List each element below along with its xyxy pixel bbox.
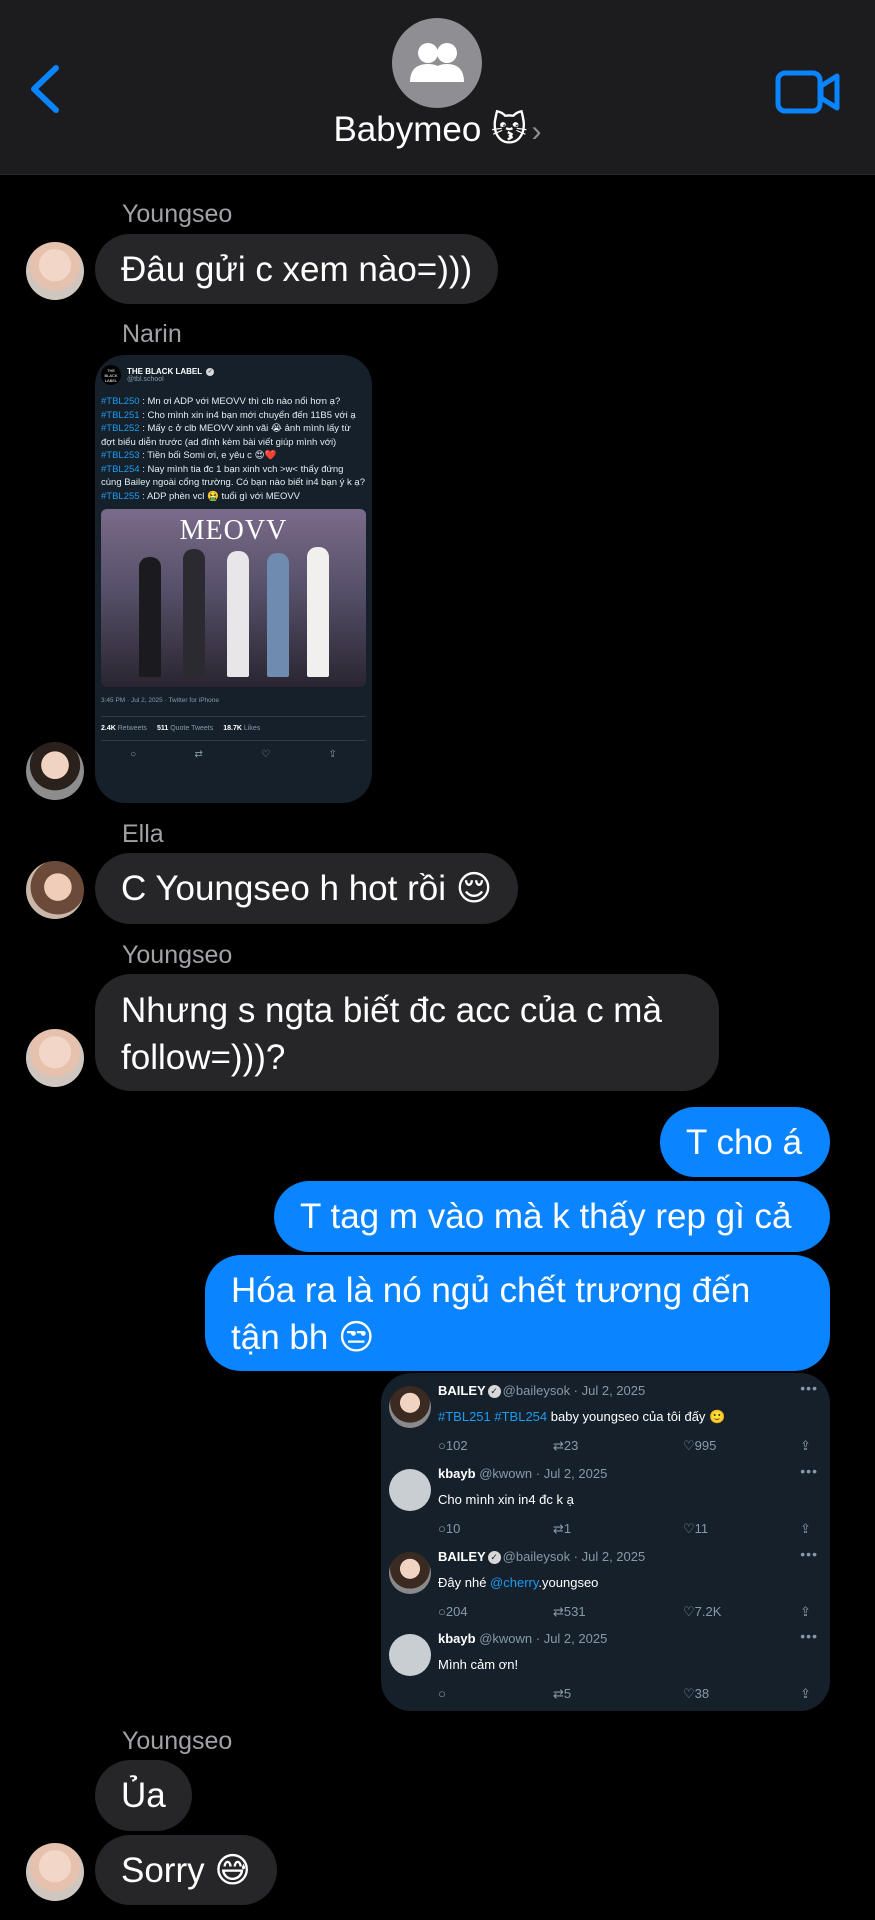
like-icon: ♡ 11 xyxy=(683,1521,709,1536)
tweet-text: Mình cảm ơn! xyxy=(438,1657,519,1672)
avatar-youngseo[interactable] xyxy=(26,1029,84,1087)
reply-icon: ○ 204 xyxy=(438,1604,468,1619)
default-avatar-icon xyxy=(389,1469,431,1511)
tweet-author-line: BAILEY ✓ @baileysok · Jul 2, 2025 xyxy=(438,1549,646,1565)
tweet-line: #TBL253 : Tiền bối Somi ơi, e yêu c 😍❤️ xyxy=(101,450,277,461)
tweet-text: Cho mình xin in4 đc k ạ xyxy=(438,1492,574,1507)
default-avatar-icon xyxy=(389,1634,431,1676)
share-icon: ⇪ xyxy=(800,1686,811,1701)
tbl-logo: THE BLACK LABEL xyxy=(101,365,121,385)
tweet-line: #TBL255 : ADP phèn vcl 🤮 tuổi gì với MEO… xyxy=(101,490,301,502)
tweet-author: THE BLACK LABEL ✓ xyxy=(127,367,215,376)
message-bubble-outgoing[interactable]: Hóa ra là nó ngủ chết trương đến tận bh … xyxy=(205,1255,830,1371)
share-icon: ⇪ xyxy=(800,1521,811,1536)
tweet-author-line: kbayb @kwown · Jul 2, 2025 xyxy=(438,1631,608,1646)
photo-figure xyxy=(139,557,161,677)
chat-header: Babymeo 😽 › xyxy=(0,0,875,175)
tweet-photo: MEOVV xyxy=(101,509,366,687)
photo-figure xyxy=(183,549,205,677)
sender-name: Youngseo xyxy=(122,1727,233,1755)
thread-tweet: kbayb @kwown · Jul 2, 2025 ••• Cho mình … xyxy=(381,1461,830,1543)
tweet-line: #TBL250 : Mn ơi ADP với MEOVV thì clb nà… xyxy=(101,396,341,407)
photo-figure xyxy=(267,553,289,677)
more-icon: ••• xyxy=(800,1628,818,1644)
photo-figure xyxy=(307,547,329,677)
sender-name: Youngseo xyxy=(122,200,233,228)
verified-icon: ✓ xyxy=(487,1385,501,1399)
like-icon: ♡ xyxy=(261,749,271,760)
share-icon: ⇪ xyxy=(800,1604,811,1619)
shared-thread-image[interactable]: BAILEY ✓ @baileysok · Jul 2, 2025 ••• #TBL… xyxy=(381,1373,830,1711)
more-icon: ••• xyxy=(800,1546,818,1562)
retweet-icon: ⇄ xyxy=(194,749,203,760)
tweet-actions: ○ ⇄ ♡ ⇪ xyxy=(101,741,366,760)
message-bubble[interactable]: C Youngseo h hot rồi 😌 xyxy=(95,853,519,924)
tweet-line: #TBL252 : Mấy c ở clb MEOVV xinh vãi 😭 ả… xyxy=(101,423,351,448)
tweet-text: Đây nhé @cherry.youngseo xyxy=(438,1575,599,1590)
avatar-youngseo[interactable] xyxy=(26,242,84,300)
reply-icon: ○ 102 xyxy=(438,1438,468,1453)
photo-title: MEOVV xyxy=(179,515,288,546)
tweet-line: #TBL254 : Nay mình tia đc 1 bạn xinh vch… xyxy=(101,463,365,489)
like-icon: ♡ 7.2K xyxy=(683,1604,722,1619)
shared-tweet-image[interactable]: THE BLACK LABEL THE BLACK LABEL ✓ @tbl.s… xyxy=(95,355,372,803)
tweet-body: #TBL250 : Mn ơi ADP với MEOVV thì clb nà… xyxy=(101,395,366,503)
avatar-narin[interactable] xyxy=(26,742,84,800)
verified-icon: ✓ xyxy=(206,367,215,376)
group-avatar[interactable] xyxy=(392,18,482,108)
avatar xyxy=(389,1386,431,1428)
tweet-meta: 3:45 PM · Jul 2, 2025 · Twitter for iPho… xyxy=(101,697,220,704)
group-name: Babymeo 😽 xyxy=(333,110,528,149)
like-icon: ♡ 995 xyxy=(683,1438,717,1453)
chevron-right-icon: › xyxy=(531,115,542,148)
avatar xyxy=(389,1552,431,1594)
group-people-icon xyxy=(410,43,464,82)
sender-name: Narin xyxy=(122,320,182,348)
avatar-youngseo[interactable] xyxy=(26,1843,84,1901)
photo-figure xyxy=(227,551,249,677)
more-icon: ••• xyxy=(800,1380,818,1396)
sender-name: Ella xyxy=(122,820,164,848)
more-icon: ••• xyxy=(800,1463,818,1479)
tweet-author-line: kbayb @kwown · Jul 2, 2025 xyxy=(438,1466,608,1481)
retweet-icon: ⇄ 531 xyxy=(553,1604,586,1619)
message-bubble-outgoing[interactable]: T cho á xyxy=(660,1107,830,1177)
tweet-stats: 2.4K Retweets 511 Quote Tweets 18.7K Lik… xyxy=(101,716,366,741)
message-bubble-outgoing[interactable]: T tag m vào mà k thấy rep gì cả xyxy=(274,1181,830,1252)
avatar-ella[interactable] xyxy=(26,861,84,919)
thread-tweet: BAILEY ✓ @baileysok · Jul 2, 2025 ••• #TBL… xyxy=(381,1378,830,1460)
retweet-icon: ⇄ 5 xyxy=(553,1686,572,1701)
tweet-text: #TBL251 #TBL254 baby youngseo của tôi đấ… xyxy=(438,1409,726,1424)
message-bubble[interactable]: Nhưng s ngta biết đc acc của c mà follow… xyxy=(95,974,719,1091)
tweet-handle: @tbl.school xyxy=(127,376,164,383)
thread-tweet: kbayb @kwown · Jul 2, 2025 ••• Mình cảm … xyxy=(381,1626,830,1708)
tweet-line: #TBL251 : Cho mình xin in4 bạn mới chuyể… xyxy=(101,409,356,421)
thread-tweet: BAILEY ✓ @baileysok · Jul 2, 2025 ••• Đây … xyxy=(381,1544,830,1626)
chevron-left-icon[interactable] xyxy=(26,62,66,116)
reply-icon: ○ 10 xyxy=(438,1521,461,1536)
tweet-header: THE BLACK LABEL THE BLACK LABEL ✓ @tbl.s… xyxy=(101,365,366,385)
share-icon: ⇪ xyxy=(800,1438,811,1453)
share-icon: ⇪ xyxy=(328,749,337,760)
message-bubble[interactable]: Ủa xyxy=(95,1760,192,1831)
video-camera-icon[interactable] xyxy=(775,68,841,116)
message-bubble[interactable]: Sorry 😅 xyxy=(95,1835,277,1905)
reply-icon: ○ xyxy=(438,1686,446,1701)
reply-icon: ○ xyxy=(130,749,137,760)
message-bubble[interactable]: Đâu gửi c xem nào=))) xyxy=(95,234,499,304)
group-title[interactable]: Babymeo 😽 › xyxy=(0,110,875,150)
verified-icon: ✓ xyxy=(487,1551,501,1565)
retweet-icon: ⇄ 23 xyxy=(553,1438,579,1453)
sender-name: Youngseo xyxy=(122,941,233,969)
retweet-icon: ⇄ 1 xyxy=(553,1521,572,1536)
tweet-author-line: BAILEY ✓ @baileysok · Jul 2, 2025 xyxy=(438,1383,646,1399)
like-icon: ♡ 38 xyxy=(683,1686,710,1701)
